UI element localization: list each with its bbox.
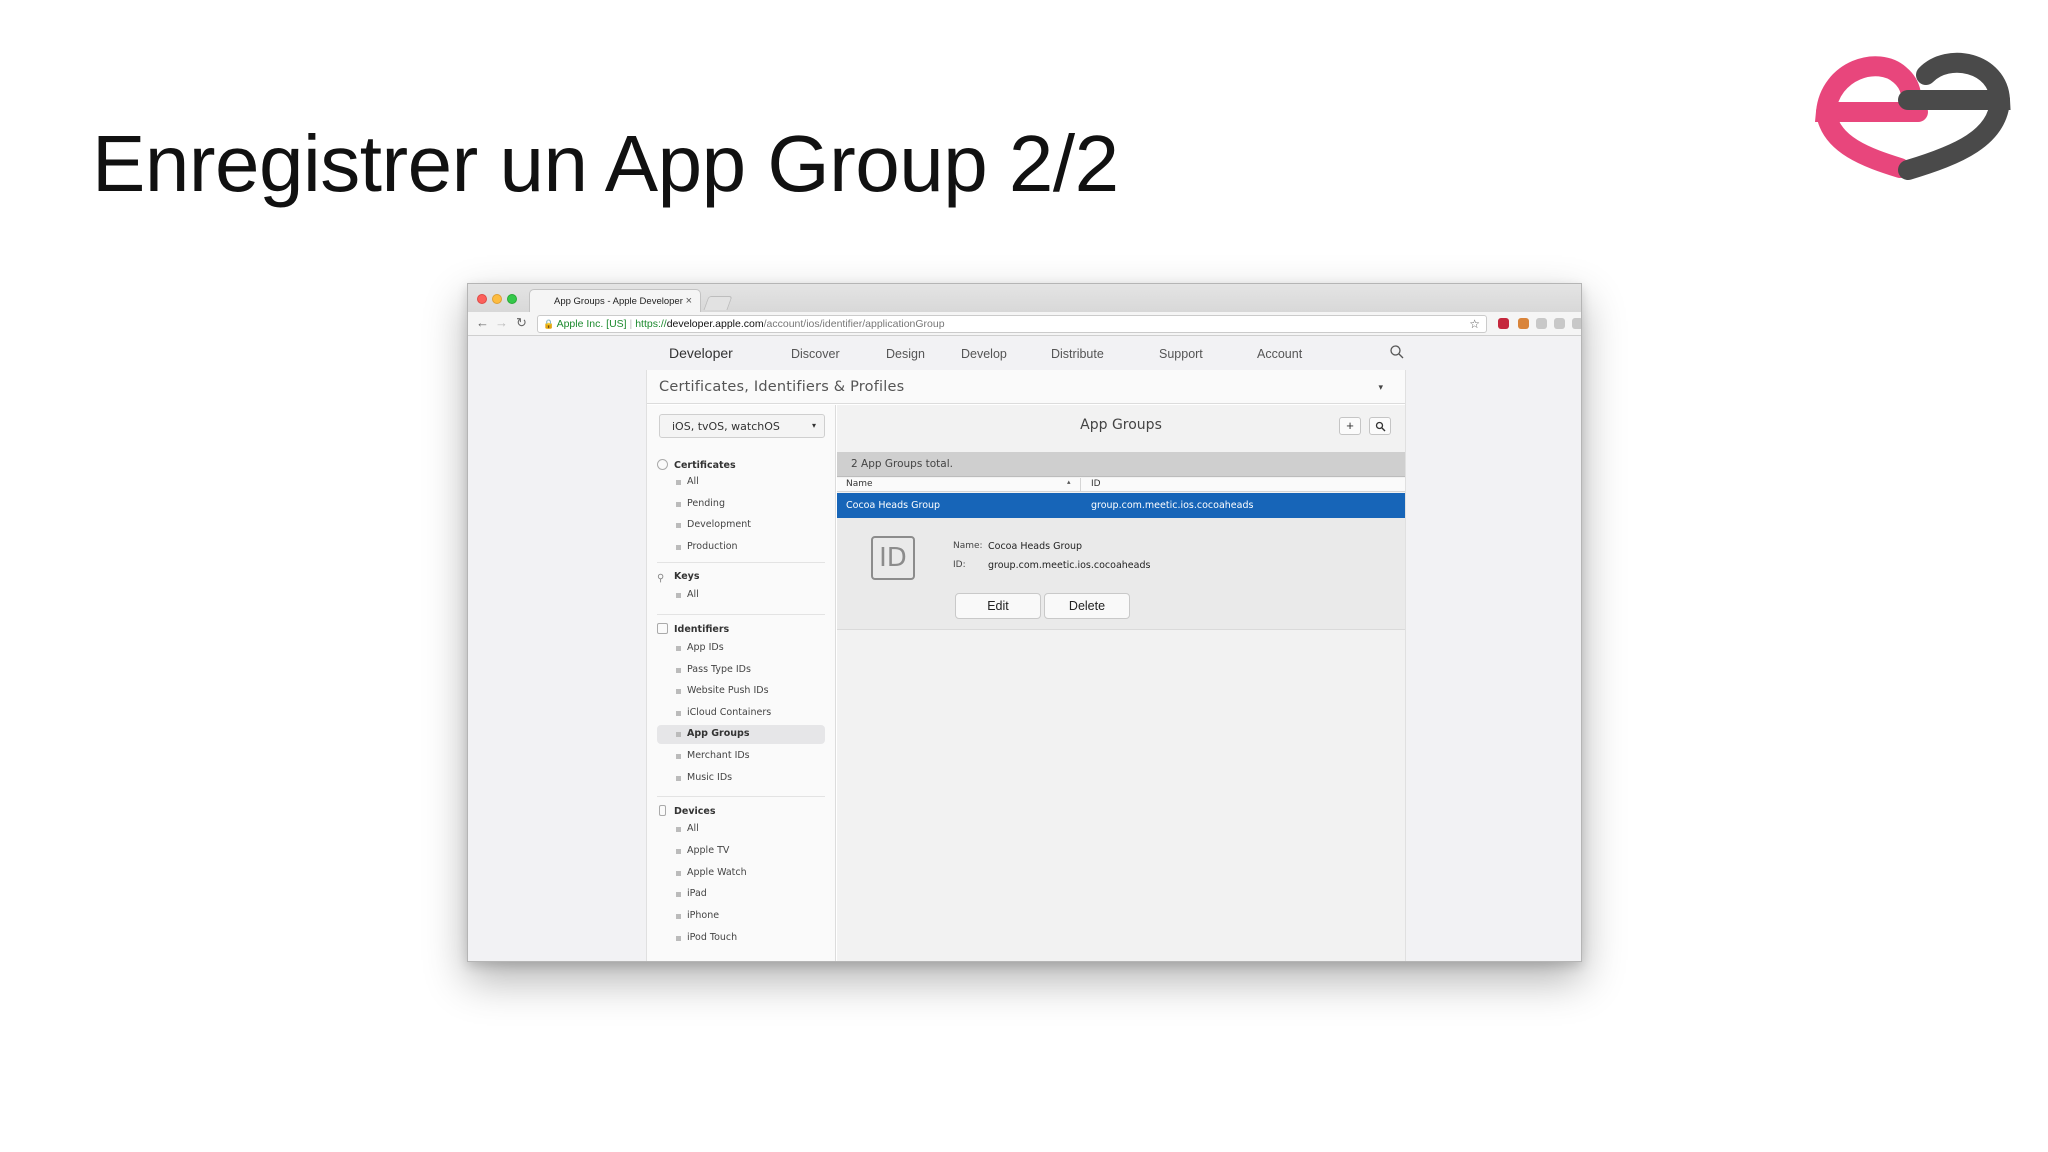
cip-title: Certificates, Identifiers & Profiles bbox=[659, 379, 905, 395]
sidebar-item-devices-all[interactable]: All bbox=[675, 820, 825, 839]
close-window-button[interactable] bbox=[477, 294, 487, 304]
nav-design[interactable]: Design bbox=[886, 347, 925, 361]
section-identifiers: Identifiers bbox=[657, 623, 729, 635]
app-group-details: ID Name: Cocoa Heads Group ID: group.com… bbox=[837, 518, 1405, 630]
browser-tab[interactable]: App Groups - Apple Developer × bbox=[529, 289, 701, 312]
tab-title: App Groups - Apple Developer bbox=[554, 296, 683, 307]
column-divider bbox=[1080, 478, 1081, 492]
developer-brand[interactable]: Developer bbox=[669, 345, 733, 361]
nav-discover[interactable]: Discover bbox=[791, 347, 840, 361]
divider bbox=[657, 614, 825, 615]
sidebar-item-certificates-pending[interactable]: Pending bbox=[675, 495, 825, 514]
sidebar-item-icloud-containers[interactable]: iCloud Containers bbox=[675, 704, 825, 723]
section-devices: Devices bbox=[657, 805, 716, 817]
extension-icon[interactable] bbox=[1554, 318, 1565, 329]
forward-icon[interactable]: → bbox=[495, 315, 508, 330]
back-icon[interactable]: ← bbox=[476, 315, 489, 330]
row-id: group.com.meetic.ios.cocoaheads bbox=[1091, 500, 1254, 511]
chevron-down-icon: ▾ bbox=[811, 421, 816, 430]
main-panel: App Groups + 2 App Groups total. Name ▴ … bbox=[837, 405, 1405, 961]
sidebar-item-ipad[interactable]: iPad bbox=[675, 885, 825, 904]
nav-account[interactable]: Account bbox=[1257, 347, 1302, 361]
sidebar-item-ipod-touch[interactable]: iPod Touch bbox=[675, 929, 825, 948]
sidebar-item-music-ids[interactable]: Music IDs bbox=[675, 769, 825, 788]
column-header-name[interactable]: Name bbox=[846, 479, 873, 489]
key-icon: ⚲ bbox=[657, 573, 665, 584]
table-row[interactable]: Cocoa Heads Group group.com.meetic.ios.c… bbox=[837, 493, 1405, 518]
row-name: Cocoa Heads Group bbox=[846, 500, 941, 511]
column-header-id[interactable]: ID bbox=[1091, 479, 1101, 489]
slide-title: Enregistrer un App Group 2/2 bbox=[92, 119, 1119, 208]
sidebar: iOS, tvOS, watchOS ▾ Certificates All Pe… bbox=[647, 405, 836, 961]
cip-panel: Certificates, Identifiers & Profiles ▾ i… bbox=[646, 370, 1406, 961]
new-tab-button[interactable] bbox=[703, 296, 733, 310]
id-label: ID: bbox=[953, 560, 966, 570]
nav-support[interactable]: Support bbox=[1159, 347, 1203, 361]
extension-shield-icon[interactable] bbox=[1498, 318, 1509, 329]
sidebar-item-certificates-development[interactable]: Development bbox=[675, 516, 825, 535]
divider bbox=[657, 796, 825, 797]
sidebar-item-pass-type-ids[interactable]: Pass Type IDs bbox=[675, 661, 825, 680]
platform-select[interactable]: iOS, tvOS, watchOS ▾ bbox=[659, 414, 825, 438]
nav-distribute[interactable]: Distribute bbox=[1051, 347, 1104, 361]
table-header: Name ▴ ID bbox=[837, 478, 1405, 492]
browser-toolbar: ← → ↻ 🔒 Apple Inc. [US] | https://develo… bbox=[468, 312, 1581, 336]
chevron-down-icon[interactable]: ▾ bbox=[1378, 382, 1383, 393]
section-certificates: Certificates bbox=[657, 459, 736, 471]
app-groups-count: 2 App Groups total. bbox=[837, 452, 1405, 477]
search-icon[interactable] bbox=[1389, 344, 1405, 360]
sort-ascending-icon[interactable]: ▴ bbox=[1067, 478, 1071, 486]
name-label: Name: bbox=[953, 541, 983, 551]
meetic-logo bbox=[1814, 52, 2011, 180]
maximize-window-button[interactable] bbox=[507, 294, 517, 304]
cip-header[interactable]: Certificates, Identifiers & Profiles ▾ bbox=[647, 370, 1405, 404]
sidebar-item-keys-all[interactable]: All bbox=[675, 586, 825, 605]
search-button[interactable] bbox=[1369, 417, 1391, 435]
reload-icon[interactable]: ↻ bbox=[516, 315, 527, 331]
page-title: App Groups bbox=[1080, 417, 1162, 433]
edit-button[interactable]: Edit bbox=[955, 593, 1041, 619]
extension-icon[interactable] bbox=[1572, 318, 1581, 329]
add-app-group-button[interactable]: + bbox=[1339, 417, 1361, 435]
certificate-icon bbox=[657, 459, 668, 470]
extension-icon[interactable] bbox=[1536, 318, 1547, 329]
tab-close-icon[interactable]: × bbox=[686, 295, 692, 307]
global-nav: Developer Discover Design Develop Distri… bbox=[646, 337, 1406, 369]
device-icon bbox=[659, 805, 666, 816]
certificate-label: Apple Inc. [US] bbox=[556, 318, 627, 330]
lock-icon: 🔒 bbox=[543, 319, 555, 329]
sidebar-item-merchant-ids[interactable]: Merchant IDs bbox=[675, 747, 825, 766]
sidebar-item-iphone[interactable]: iPhone bbox=[675, 907, 825, 926]
minimize-window-button[interactable] bbox=[492, 294, 502, 304]
identifier-icon bbox=[657, 623, 668, 634]
divider bbox=[657, 562, 825, 563]
url-host: developer.apple.com bbox=[666, 318, 764, 330]
section-keys: ⚲ Keys bbox=[657, 571, 700, 584]
search-icon bbox=[1375, 421, 1385, 432]
sidebar-item-app-ids[interactable]: App IDs bbox=[675, 639, 825, 658]
url-scheme: https:// bbox=[635, 318, 667, 330]
extension-icon[interactable] bbox=[1518, 318, 1529, 329]
nav-develop[interactable]: Develop bbox=[961, 347, 1007, 361]
sidebar-item-apple-tv[interactable]: Apple TV bbox=[675, 842, 825, 861]
platform-select-value: iOS, tvOS, watchOS bbox=[672, 420, 780, 433]
sidebar-item-certificates-production[interactable]: Production bbox=[675, 538, 825, 557]
bookmark-star-icon[interactable]: ☆ bbox=[1469, 317, 1480, 331]
id-value: group.com.meetic.ios.cocoaheads bbox=[988, 560, 1151, 571]
name-value: Cocoa Heads Group bbox=[988, 541, 1083, 552]
tab-bar: App Groups - Apple Developer × bbox=[468, 284, 1581, 312]
browser-window: App Groups - Apple Developer × ← → ↻ 🔒 A… bbox=[467, 283, 1582, 962]
sidebar-item-website-push-ids[interactable]: Website Push IDs bbox=[675, 682, 825, 701]
sidebar-item-apple-watch[interactable]: Apple Watch bbox=[675, 864, 825, 883]
id-icon: ID bbox=[871, 536, 915, 580]
webpage: Developer Discover Design Develop Distri… bbox=[468, 337, 1581, 961]
delete-button[interactable]: Delete bbox=[1044, 593, 1130, 619]
address-bar[interactable]: 🔒 Apple Inc. [US] | https://developer.ap… bbox=[537, 315, 1487, 333]
url-path: /account/ios/identifier/applicationGroup bbox=[763, 318, 945, 330]
sidebar-item-app-groups[interactable]: App Groups bbox=[657, 725, 825, 744]
sidebar-item-certificates-all[interactable]: All bbox=[675, 473, 825, 492]
